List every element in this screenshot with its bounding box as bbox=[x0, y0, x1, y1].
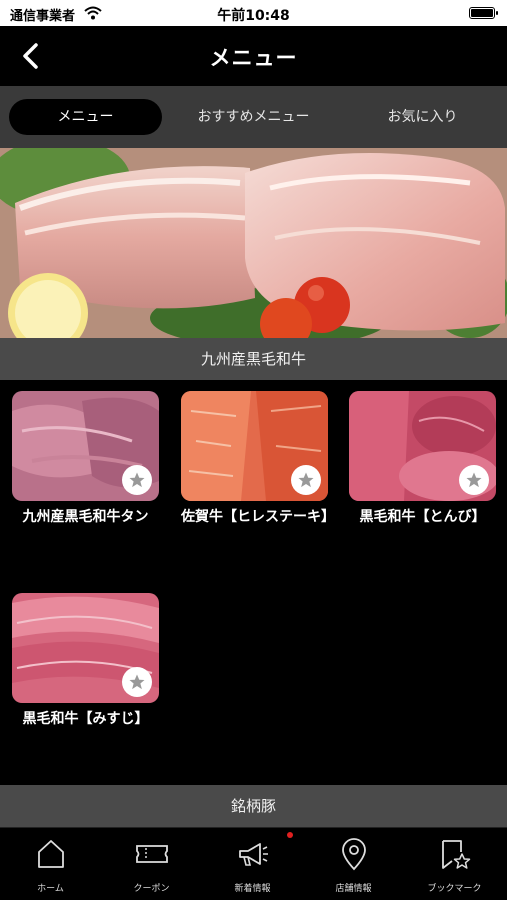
menu-item-saga-fillet[interactable]: 佐賀牛【ヒレステーキ】 bbox=[181, 391, 335, 526]
item-name: 黒毛和牛【みすじ】 bbox=[22, 711, 149, 727]
tabbar-coupon[interactable]: クーポン bbox=[101, 828, 202, 900]
star-icon bbox=[466, 472, 482, 488]
coupon-icon bbox=[135, 845, 168, 863]
menu-item-misuji[interactable]: 黒毛和牛【みすじ】 bbox=[12, 593, 159, 728]
star-icon bbox=[298, 472, 314, 488]
item-name: 九州産黒毛和牛タン bbox=[22, 509, 149, 525]
tabbar-news[interactable]: 新着情報 bbox=[202, 828, 303, 900]
item-photo bbox=[181, 391, 328, 501]
battery-icon bbox=[469, 7, 498, 19]
segment-tabs: メニュー おすすめメニュー お気に入り bbox=[0, 86, 507, 148]
page-title: メニュー bbox=[209, 46, 298, 70]
tabbar-label: ホーム bbox=[37, 884, 64, 894]
item-name: 佐賀牛【ヒレステーキ】 bbox=[181, 509, 335, 525]
tabbar-home[interactable]: ホーム bbox=[0, 828, 101, 900]
tabbar-label: 店舗情報 bbox=[335, 884, 372, 894]
tabbar-label: ブックマーク bbox=[427, 884, 482, 894]
section-header-kyushu-wagyu: 九州産黒毛和牛 bbox=[0, 338, 507, 380]
tabbar-label: 新着情報 bbox=[234, 884, 271, 894]
megaphone-icon bbox=[238, 843, 268, 866]
section-header-brand-pork: 銘柄豚 bbox=[0, 785, 507, 827]
star-icon bbox=[129, 674, 145, 690]
menu-item-tonbi[interactable]: 黒毛和牛【とんび】 bbox=[349, 391, 496, 526]
favorite-star-button[interactable] bbox=[122, 465, 152, 495]
favorite-star-button[interactable] bbox=[291, 465, 321, 495]
hero-meat-image bbox=[0, 148, 507, 338]
tab-recommended[interactable]: おすすめメニュー bbox=[176, 99, 331, 135]
tab-favorites[interactable]: お気に入り bbox=[345, 99, 500, 135]
tabbar-label: クーポン bbox=[133, 884, 170, 894]
home-icon bbox=[37, 840, 64, 868]
item-photo bbox=[12, 391, 159, 501]
status-bar: 通信事業者 午前10:48 bbox=[0, 0, 507, 26]
map-pin-icon bbox=[341, 838, 366, 871]
menu-item-tan[interactable]: 九州産黒毛和牛タン bbox=[12, 391, 159, 526]
favorite-star-button[interactable] bbox=[459, 465, 489, 495]
tabbar-bookmark[interactable]: ブックマーク bbox=[404, 828, 505, 900]
notification-badge bbox=[287, 832, 293, 838]
tab-menu[interactable]: メニュー bbox=[9, 99, 162, 135]
nav-bar: メニュー bbox=[0, 26, 507, 86]
bottom-tab-bar: ホーム クーポン 新着情報 店舗情報 ブックマーク bbox=[0, 827, 507, 900]
star-icon bbox=[129, 472, 145, 488]
tabbar-store-info[interactable]: 店舗情報 bbox=[303, 828, 404, 900]
item-name: 黒毛和牛【とんび】 bbox=[359, 509, 486, 525]
item-photo bbox=[349, 391, 496, 501]
clock: 午前10:48 bbox=[217, 8, 290, 24]
bookmark-star-icon bbox=[441, 840, 470, 869]
favorite-star-button[interactable] bbox=[122, 667, 152, 697]
item-photo bbox=[12, 593, 159, 703]
